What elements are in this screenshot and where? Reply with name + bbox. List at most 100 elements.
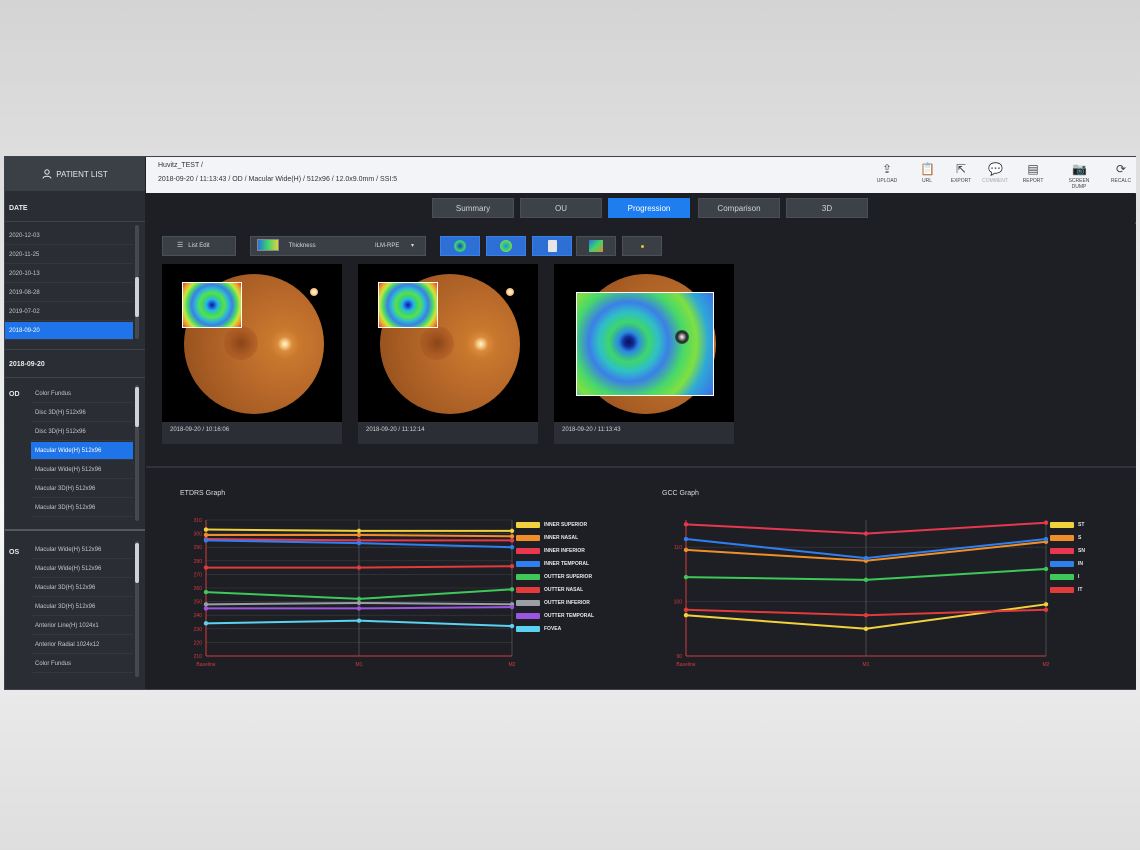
data-point[interactable] [356,600,362,606]
od-scan-item[interactable]: Disc 3D(H) 512x96 [31,423,133,441]
data-point[interactable] [509,623,515,629]
data-point[interactable] [509,545,515,550]
date-list-item[interactable]: 2019-08-28 [5,284,133,302]
od-scan-item[interactable]: Macular Wide(H) 512x96 [31,461,133,479]
tab-ou[interactable]: OU [520,198,602,218]
data-point[interactable] [356,540,362,546]
os-scan-item[interactable]: Macular Wide(H) 512x96 [31,541,133,559]
legend-item[interactable]: FOVEA [516,624,561,634]
data-point[interactable] [509,604,515,610]
legend-item[interactable]: IT [1050,585,1082,595]
data-point[interactable] [683,536,689,542]
data-point[interactable] [1043,536,1049,542]
tab-comparison[interactable]: Comparison [698,198,780,218]
tab-progression[interactable]: Progression [608,198,690,218]
data-point[interactable] [683,522,689,527]
data-point[interactable] [356,565,362,570]
legend-item[interactable]: INNER TEMPORAL [516,559,589,569]
data-point[interactable] [356,528,362,534]
legend-item[interactable]: OUTTER INFERIOR [516,598,590,608]
os-scan-item[interactable]: Anterior Line(H) 1024x1 [31,617,133,635]
os-scan-item[interactable]: Macular 3D(H) 512x96 [31,598,133,616]
data-point[interactable] [356,596,362,602]
data-point[interactable] [509,564,515,569]
data-point[interactable] [203,527,209,532]
view-deviation-map-button[interactable] [486,236,526,256]
data-point[interactable] [509,534,515,539]
comment-button[interactable]: 💬 COMMENT [980,160,1010,190]
os-scan-item[interactable]: Anterior Radial 1024x12 [31,636,133,654]
map-select[interactable]: Thickness ILM-RPE ▾ [250,236,426,256]
data-point[interactable] [683,547,689,553]
date-list-item[interactable]: 2019-07-02 [5,303,133,321]
legend-item[interactable]: INNER SUPERIOR [516,520,587,530]
data-point[interactable] [683,574,689,580]
data-point[interactable] [203,538,209,543]
data-point[interactable] [203,606,209,611]
data-point[interactable] [509,538,515,543]
upload-button[interactable]: ⇪ UPLOAD [872,160,902,190]
data-point[interactable] [203,621,209,626]
legend-item[interactable]: IN [1050,559,1083,569]
date-list-item[interactable]: 2020-10-13 [5,265,133,283]
data-point[interactable] [203,565,209,570]
view-thickness-map-button[interactable] [440,236,480,256]
os-scan-item[interactable]: Macular 3D(H) 512x96 [31,579,133,597]
view-bscan-button[interactable] [532,236,572,256]
data-point[interactable] [203,532,209,538]
data-point[interactable] [356,606,362,611]
legend-item[interactable]: INNER INFERIOR [516,546,585,556]
od-list-scrollbar[interactable] [135,385,139,521]
data-point[interactable] [683,607,689,612]
od-scan-item[interactable]: Macular 3D(H) 512x96 [31,499,133,517]
image-card[interactable]: 2018-09-20 / 11:12:14 [358,264,538,444]
data-point[interactable] [863,613,869,618]
url-button[interactable]: 📋 URL [912,160,942,190]
od-scan-item[interactable]: Macular 3D(H) 512x96 [31,480,133,498]
date-list-item[interactable]: 2020-11-25 [5,246,133,264]
list-edit-button[interactable]: ☰ List Edit [162,236,236,256]
date-list-scrollbar[interactable] [135,225,139,339]
tab-3d[interactable]: 3D [786,198,868,218]
legend-item[interactable]: OUTTER NASAL [516,585,583,595]
os-list-scrollbar[interactable] [135,541,139,677]
data-point[interactable] [509,528,515,534]
export-button[interactable]: ⇱ EXPORT [946,160,976,190]
data-point[interactable] [203,602,209,607]
legend-item[interactable]: OUTTER SUPERIOR [516,572,592,582]
patient-list-button[interactable]: PATIENT LIST [5,157,145,191]
data-point[interactable] [863,577,869,583]
legend-item[interactable]: ST [1050,520,1084,530]
os-scan-item[interactable]: Macular Wide(H) 512x96 [31,560,133,578]
screen-dump-button[interactable]: 📷 SCREEN DUMP [1064,160,1094,190]
od-scan-item[interactable]: Macular Wide(H) 512x96 [31,442,133,460]
tab-summary[interactable]: Summary [432,198,514,218]
data-point[interactable] [683,613,689,618]
legend-item[interactable]: SN [1050,546,1085,556]
data-point[interactable] [1043,602,1049,607]
legend-item[interactable]: OUTTER TEMPORAL [516,611,594,621]
data-point[interactable] [509,587,515,592]
date-list-item[interactable]: 2018-09-20 [5,322,133,340]
data-point[interactable] [863,531,869,536]
image-card[interactable]: 2018-09-20 / 11:13:43 [554,264,734,444]
data-point[interactable] [1043,607,1049,612]
legend-item[interactable]: S [1050,533,1081,543]
data-point[interactable] [1043,566,1049,572]
od-scan-item[interactable]: Disc 3D(H) 512x96 [31,404,133,422]
data-point[interactable] [863,626,869,631]
od-scan-item[interactable]: Color Fundus [31,385,133,403]
report-button[interactable]: ▤ REPORT [1018,160,1048,190]
view-fundus-overlay-button[interactable] [576,236,616,256]
recalc-button[interactable]: ⟳ RECALC [1106,160,1136,190]
os-scan-item[interactable]: Color Fundus [31,655,133,673]
data-point[interactable] [863,555,869,561]
legend-item[interactable]: INNER NASAL [516,533,578,543]
more-view-button[interactable] [622,236,662,256]
data-point[interactable] [356,618,362,623]
data-point[interactable] [1043,520,1049,525]
data-point[interactable] [203,589,209,595]
legend-item[interactable]: I [1050,572,1079,582]
data-point[interactable] [356,532,362,538]
image-card[interactable]: 2018-09-20 / 10:16:06 [162,264,342,444]
